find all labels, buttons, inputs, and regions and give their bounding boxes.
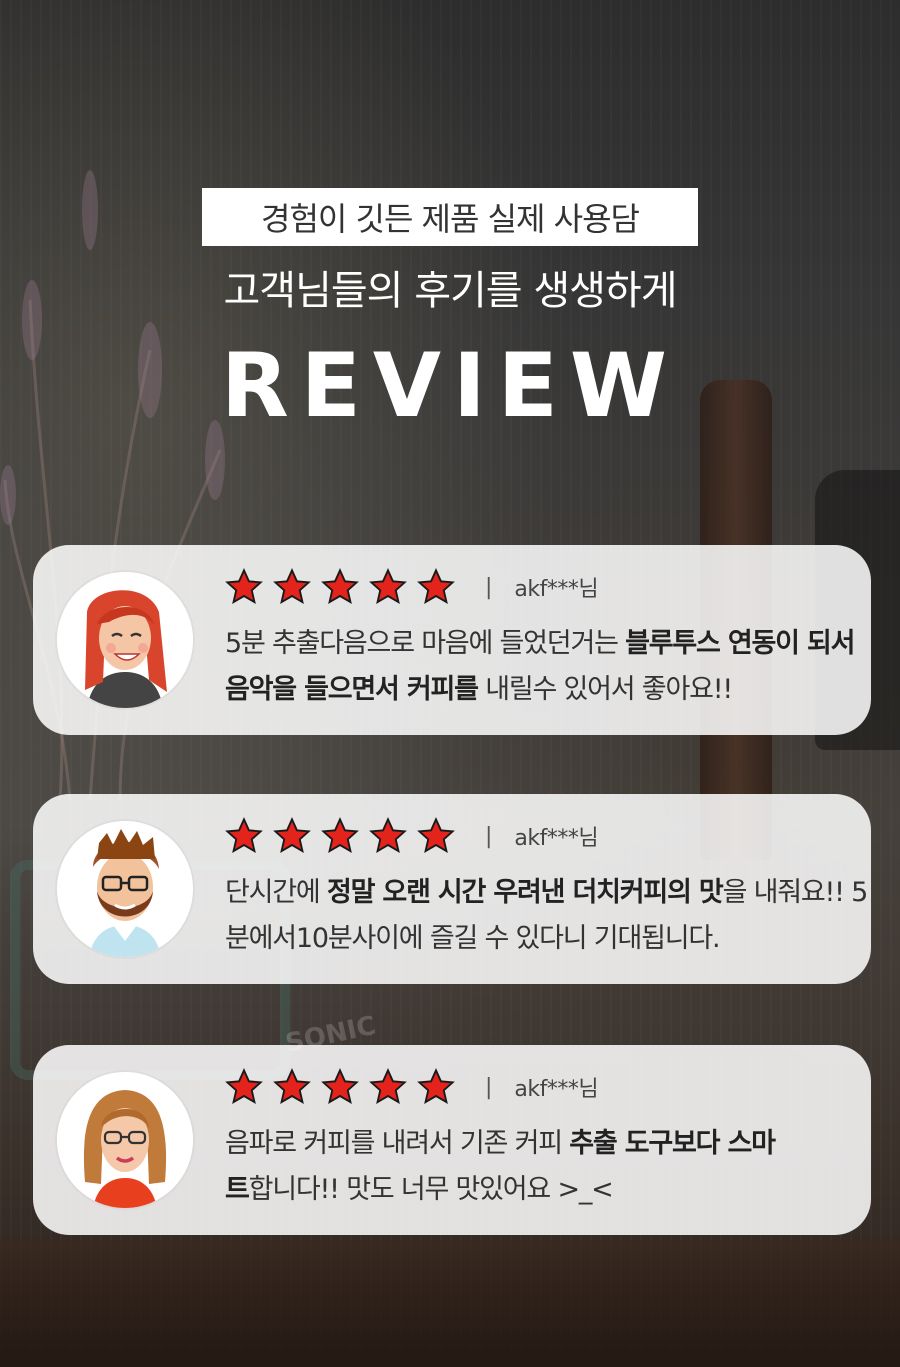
subtitle-text: 경험이 깃든 제품 실제 사용담: [261, 200, 640, 238]
star-icon: [225, 1068, 263, 1104]
review-text-part: 5분 추출다음으로 마음에 들었던거는: [225, 628, 626, 659]
woman-red-hair-avatar-icon: [57, 572, 193, 708]
star-icon: [225, 817, 263, 853]
star-icon: [225, 568, 263, 604]
review-text: 음파로 커피를 내려서 기존 커피 추출 도구보다 스마트합니다!! 맛도 너무…: [225, 1121, 785, 1213]
review-card: | akf***님 단시간에 정말 오랜 시간 우려낸 더치커피의 맛을 내줘요…: [33, 794, 871, 984]
reviewer-name: akf***님: [514, 826, 599, 851]
star-rating: [225, 817, 455, 855]
star-icon: [417, 817, 455, 853]
star-icon: [321, 817, 359, 853]
star-icon: [369, 568, 407, 604]
tagline: 고객님들의 후기를 생생하게: [223, 268, 677, 314]
review-text-part: 내릴수 있어서 좋아요!!: [477, 674, 733, 705]
star-icon: [417, 568, 455, 604]
separator: |: [485, 823, 493, 849]
separator: |: [485, 574, 493, 600]
star-icon: [417, 1068, 455, 1104]
review-text-highlight: 정말 오랜 시간 우려낸 더치커피의 맛: [326, 877, 724, 908]
reviewer-name: akf***님: [514, 577, 599, 602]
review-text-part: 단시간에: [225, 877, 327, 908]
star-icon: [369, 1068, 407, 1104]
bearded-man-glasses-avatar-icon: [57, 821, 193, 957]
star-rating: [225, 568, 455, 606]
star-rating: [225, 1068, 455, 1106]
rating-row: | akf***님: [225, 1067, 599, 1107]
star-icon: [273, 568, 311, 604]
page-title: REVIEW: [221, 334, 679, 437]
star-icon: [369, 817, 407, 853]
rating-row: | akf***님: [225, 816, 599, 856]
star-icon: [273, 1068, 311, 1104]
star-icon: [321, 1068, 359, 1104]
subtitle-box: 경험이 깃든 제품 실제 사용담: [202, 188, 698, 246]
separator: |: [485, 1074, 493, 1100]
woman-glasses-avatar-icon: [57, 1072, 193, 1208]
review-card: | akf***님 5분 추출다음으로 마음에 들었던거는 블루투스 연동이 되…: [33, 545, 871, 735]
rating-row: | akf***님: [225, 567, 599, 607]
review-card: | akf***님 음파로 커피를 내려서 기존 커피 추출 도구보다 스마트합…: [33, 1045, 871, 1235]
review-text-part: 음파로 커피를 내려서 기존 커피: [225, 1128, 570, 1159]
reviewer-name: akf***님: [514, 1077, 599, 1102]
review-text-part: 합니다!! 맛도 너무 맛있어요 >_<: [248, 1174, 614, 1205]
review-text: 단시간에 정말 오랜 시간 우려낸 더치커피의 맛을 내줘요!! 5분에서10분…: [225, 870, 875, 962]
table-surface: [0, 1240, 900, 1367]
star-icon: [321, 568, 359, 604]
review-text: 5분 추출다음으로 마음에 들었던거는 블루투스 연동이 되서 음악을 들으면서…: [225, 621, 875, 713]
star-icon: [273, 817, 311, 853]
